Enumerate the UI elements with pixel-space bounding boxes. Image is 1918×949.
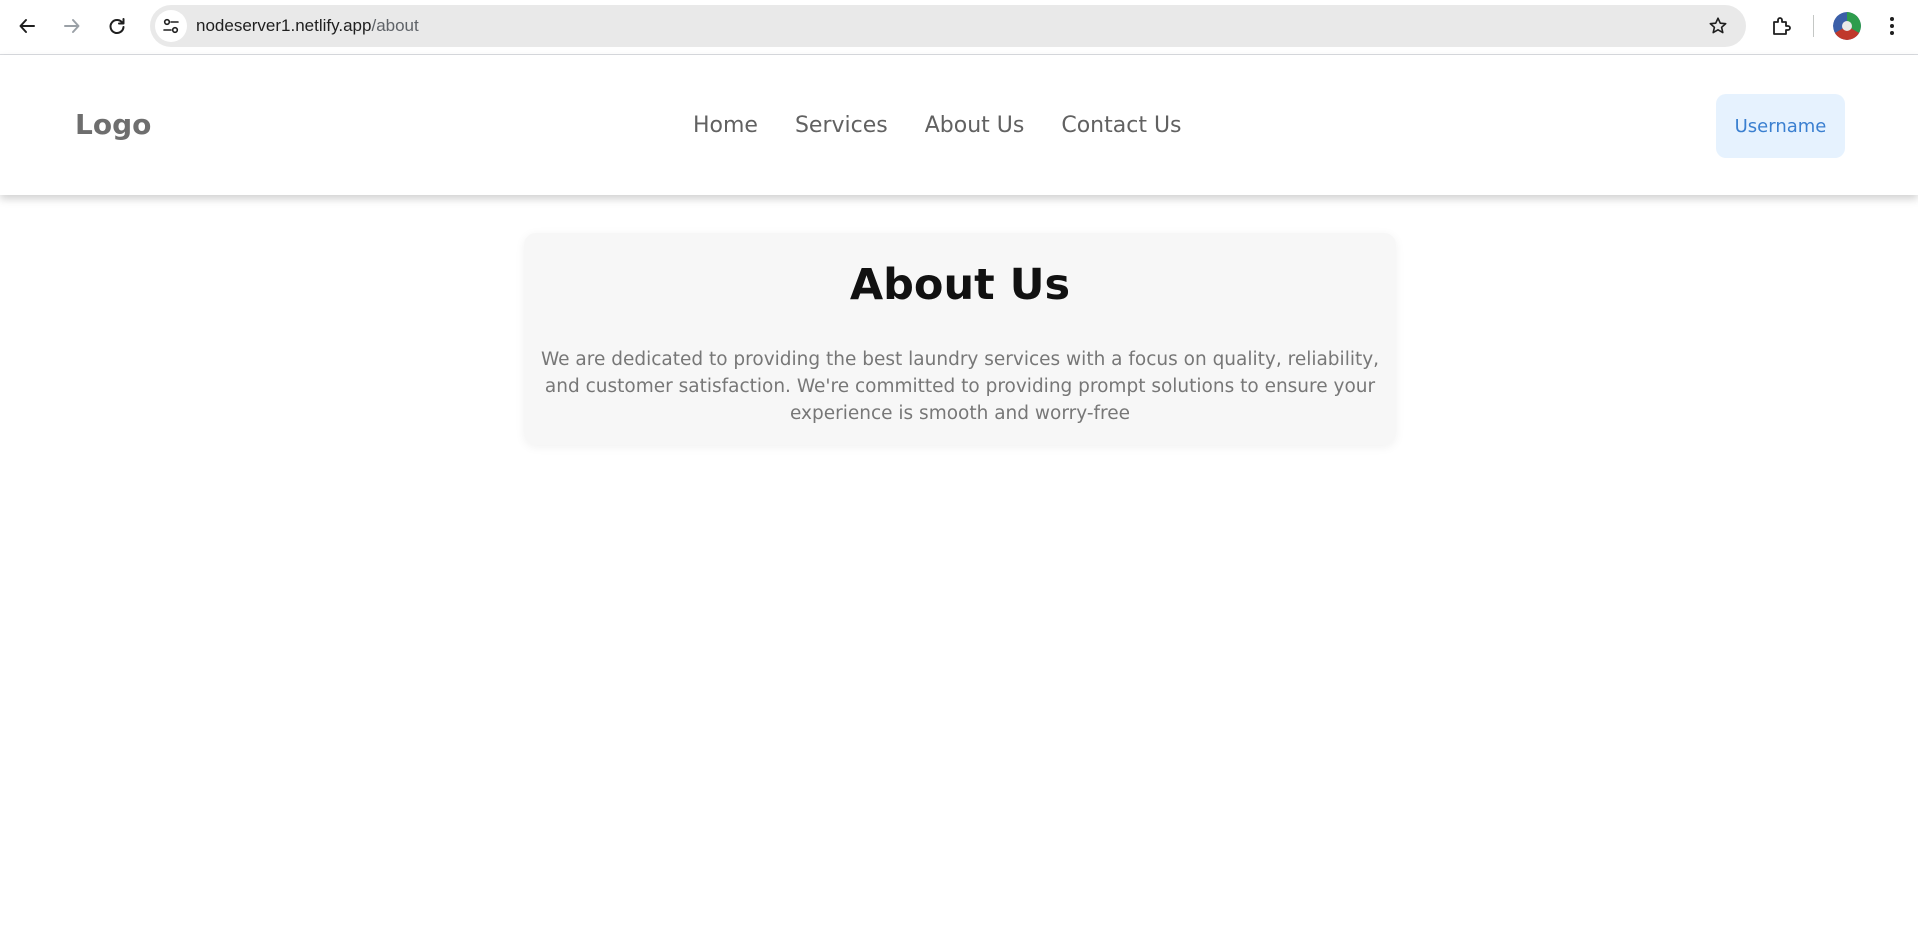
browser-toolbar: nodeserver1.netlify.app/about bbox=[0, 0, 1918, 55]
profile-avatar-icon bbox=[1833, 12, 1861, 40]
nav-about-us[interactable]: About Us bbox=[925, 113, 1025, 138]
site-header: Logo Home Services About Us Contact Us U… bbox=[0, 55, 1918, 195]
bookmark-button[interactable] bbox=[1702, 10, 1734, 42]
url-text[interactable]: nodeserver1.netlify.app/about bbox=[196, 5, 419, 47]
puzzle-icon bbox=[1773, 17, 1791, 35]
back-button[interactable] bbox=[11, 10, 43, 42]
main-nav: Home Services About Us Contact Us bbox=[693, 55, 1182, 195]
reload-icon bbox=[109, 18, 125, 34]
browser-menu-button[interactable] bbox=[1876, 10, 1908, 42]
nav-contact-us[interactable]: Contact Us bbox=[1061, 113, 1181, 138]
profile-avatar[interactable] bbox=[1833, 12, 1861, 40]
site-logo[interactable]: Logo bbox=[75, 55, 151, 195]
username-button[interactable]: Username bbox=[1716, 94, 1845, 158]
arrow-right-icon bbox=[64, 19, 80, 33]
about-card: About Us We are dedicated to providing t… bbox=[524, 233, 1396, 445]
nav-services[interactable]: Services bbox=[795, 113, 888, 138]
kebab-menu-icon bbox=[1890, 17, 1894, 35]
toolbar-divider bbox=[1813, 15, 1814, 37]
reload-button[interactable] bbox=[101, 10, 133, 42]
about-description: We are dedicated to providing the best l… bbox=[540, 348, 1380, 424]
page-title: About Us bbox=[849, 260, 1071, 310]
star-icon bbox=[1709, 17, 1727, 34]
address-bar[interactable]: nodeserver1.netlify.app/about bbox=[150, 5, 1746, 47]
forward-button[interactable] bbox=[56, 10, 88, 42]
tune-icon bbox=[163, 18, 179, 34]
extensions-button[interactable] bbox=[1766, 10, 1798, 42]
url-host: nodeserver1.netlify.app bbox=[196, 16, 372, 35]
site-info-button[interactable] bbox=[155, 10, 187, 42]
url-path: /about bbox=[371, 16, 419, 35]
nav-home[interactable]: Home bbox=[693, 113, 758, 138]
arrow-left-icon bbox=[19, 19, 35, 33]
